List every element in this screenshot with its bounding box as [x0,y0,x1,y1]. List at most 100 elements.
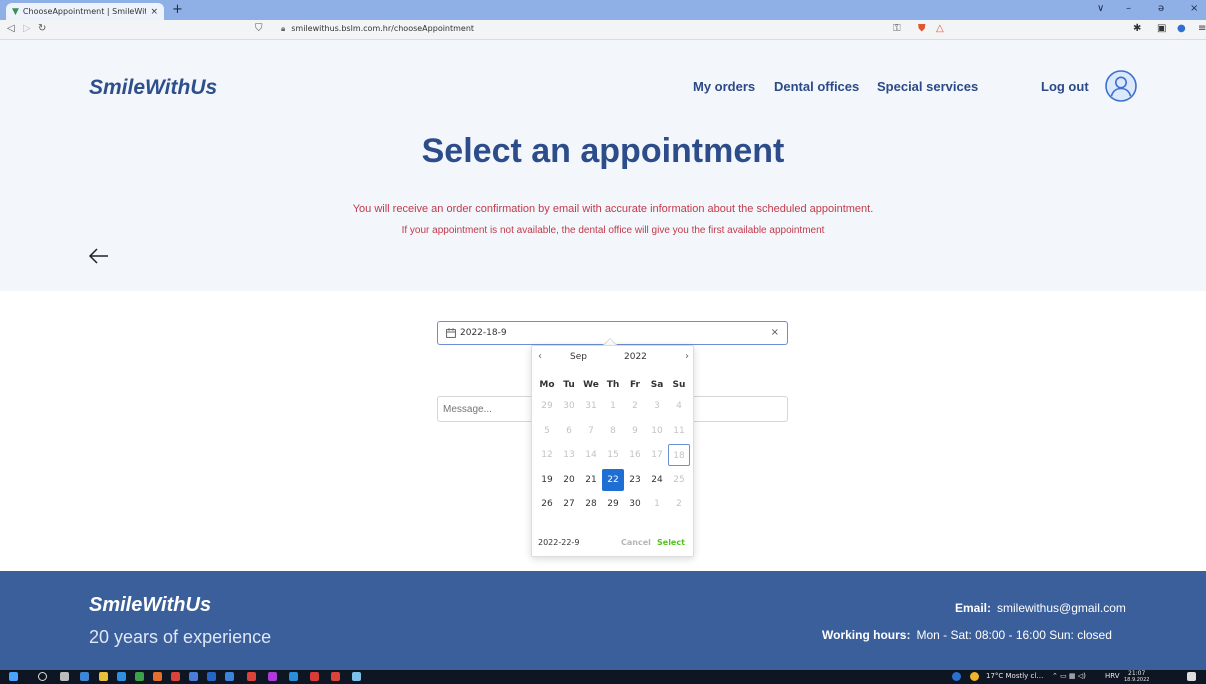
calendar-day[interactable]: 29 [536,395,558,417]
clear-date-icon[interactable]: × [771,327,779,338]
weather-app-icon[interactable] [952,672,961,681]
taskbar-app-icon[interactable] [117,672,126,681]
calendar-day[interactable]: 28 [580,493,602,515]
new-tab-button[interactable]: + [172,2,183,17]
taskbar-app-icon[interactable] [189,672,198,681]
calendar-day[interactable]: 7 [580,420,602,442]
calendar-day[interactable]: 21 [580,469,602,491]
calendar-day[interactable]: 25 [668,469,690,491]
notification-icon[interactable] [1187,672,1196,681]
year-selector[interactable]: 2022 [624,352,647,362]
taskbar-app-icon[interactable] [268,672,277,681]
language-indicator[interactable]: HRV [1105,672,1120,680]
calendar-day[interactable]: 3 [646,395,668,417]
calendar-day-selected[interactable]: 22 [602,468,624,491]
browser-tab[interactable]: ▼ ChooseAppointment | SmileWith… × [6,3,164,20]
logout-link[interactable]: Log out [1041,79,1089,94]
extensions-icon[interactable]: ✱ [1133,23,1141,34]
calendar-day[interactable]: 20 [558,469,580,491]
nav-my-orders[interactable]: My orders [693,79,755,94]
vscode-taskbar-icon[interactable] [289,672,298,681]
url-field[interactable]: 🔒︎ smilewithus.bslm.com.hr/chooseAppointm… [281,24,474,34]
nav-dental-offices[interactable]: Dental offices [774,79,859,94]
clock-time[interactable]: 21:07 [1128,670,1145,677]
calendar-day[interactable]: 4 [668,395,690,417]
calendar-day[interactable]: 26 [536,493,558,515]
tab-search-icon[interactable]: ∨ [1097,3,1104,14]
calendar-day[interactable]: 30 [558,395,580,417]
calendar-day[interactable]: 9 [624,420,646,442]
bookmark-icon[interactable]: ⛉ [255,23,263,34]
calendar-day[interactable]: 12 [536,444,558,466]
calendar-day[interactable]: 24 [646,469,668,491]
calendar-day-today[interactable]: 18 [668,444,690,466]
minimize-button[interactable]: – [1126,3,1131,14]
task-view-icon[interactable] [60,672,69,681]
calendar-day[interactable]: 11 [668,420,690,442]
brave-shield-icon[interactable]: ⛊ [918,23,926,34]
wallet-icon[interactable]: ▣ [1157,23,1166,34]
next-month-icon[interactable]: › [685,351,689,362]
reload-icon[interactable]: ↻ [38,23,46,34]
brave-rewards-icon[interactable]: △ [936,23,944,34]
tray-icons[interactable]: ⌃ ▭ ▦ ◁) [1052,672,1086,680]
profile-browser-icon[interactable]: ● [1177,23,1186,34]
calendar-week: 5 6 7 8 9 10 11 [536,420,690,445]
clock-date[interactable]: 18.9.2022 [1124,677,1149,683]
calendar-day[interactable]: 30 [624,493,646,515]
month-selector[interactable]: Sep [570,352,587,362]
calendar-day[interactable]: 23 [624,469,646,491]
calendar-day[interactable]: 17 [646,444,668,466]
back-nav-icon[interactable]: ◁ [7,23,15,34]
brave-taskbar-icon[interactable] [247,672,256,681]
calendar-day[interactable]: 15 [602,444,624,466]
restore-button[interactable]: ə [1158,3,1164,14]
calendar-day[interactable]: 1 [602,395,624,417]
forward-nav-icon[interactable]: ▷ [23,23,31,34]
taskbar-app-icon[interactable] [331,672,340,681]
calendar-day[interactable]: 16 [624,444,646,466]
calendar-day[interactable]: 2 [668,493,690,515]
file-explorer-icon[interactable] [99,672,108,681]
calendar-day[interactable]: 31 [580,395,602,417]
site-logo[interactable]: SmileWithUs [89,76,217,100]
calendar-week: 29 30 31 1 2 3 4 [536,395,690,420]
weekday-row: Mo Tu We Th Fr Sa Su [536,375,690,395]
taskbar-app-icon[interactable] [207,672,216,681]
select-button[interactable]: Select [657,538,685,547]
cancel-button[interactable]: Cancel [621,538,651,547]
key-icon[interactable]: ⚿ [893,23,901,34]
email-value: smilewithus@gmail.com [997,601,1126,615]
calendar-day[interactable]: 1 [646,493,668,515]
windows-start-icon[interactable] [9,672,18,681]
weekday-label: Su [672,380,686,390]
calendar-day[interactable]: 10 [646,420,668,442]
taskbar-app-icon[interactable] [171,672,180,681]
nav-special-services[interactable]: Special services [877,79,978,94]
calendar-day[interactable]: 27 [558,493,580,515]
calendar-day[interactable]: 8 [602,420,624,442]
taskbar-app-icon[interactable] [352,672,361,681]
calendar-day[interactable]: 19 [536,469,558,491]
prev-month-icon[interactable]: ‹ [538,351,542,362]
back-arrow-icon[interactable] [88,246,110,266]
search-icon[interactable] [38,672,47,681]
user-avatar-icon[interactable] [1105,70,1137,102]
taskbar-app-icon[interactable] [310,672,319,681]
calendar-day[interactable]: 29 [602,493,624,515]
menu-icon[interactable]: ≡ [1198,23,1206,34]
calendar-day[interactable]: 6 [558,420,580,442]
calendar-day[interactable]: 5 [536,420,558,442]
calendar-day[interactable]: 13 [558,444,580,466]
calendar-day[interactable]: 2 [624,395,646,417]
weather-text[interactable]: 17°C Mostly cl… [986,672,1043,680]
taskbar-app-icon[interactable] [80,672,89,681]
calendar-day[interactable]: 14 [580,444,602,466]
close-window-button[interactable]: × [1190,3,1198,14]
date-value: 2022-18-9 [460,328,507,338]
weekday-label: Tu [563,380,575,390]
taskbar-app-icon[interactable] [225,672,234,681]
taskbar-app-icon[interactable] [135,672,144,681]
taskbar-app-icon[interactable] [153,672,162,681]
tab-close-icon[interactable]: × [150,7,158,17]
